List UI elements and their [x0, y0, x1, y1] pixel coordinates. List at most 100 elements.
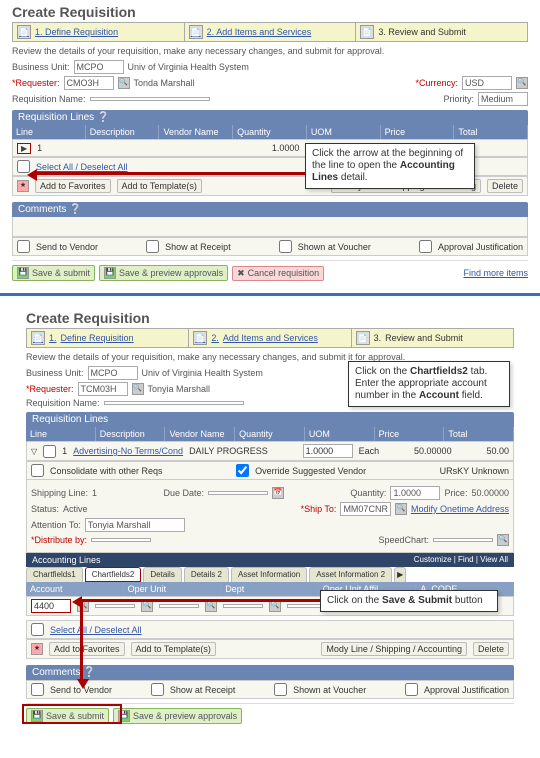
shipto-input[interactable]: MM07CNR [340, 502, 391, 516]
account-input[interactable]: 4400 [31, 599, 71, 613]
row-checkbox[interactable] [43, 445, 56, 458]
page-title: Create Requisition [20, 306, 520, 326]
col-operunit: Oper Unit [124, 582, 222, 596]
col-uom: UOM [305, 427, 375, 441]
select-all-checkbox[interactable] [31, 623, 44, 636]
requester-value[interactable]: TCM03H [78, 382, 128, 396]
save-submit-button[interactable]: 💾 Save & submit [12, 265, 95, 281]
modify-address-link[interactable]: Modify Onetime Address [411, 504, 509, 514]
tab-details[interactable]: Details [143, 567, 181, 582]
row-desc[interactable]: Advertising-No Terms/Cond [73, 446, 183, 456]
reqname-input[interactable] [90, 97, 210, 101]
wizard-step-2[interactable]: 📄2. Add Items and Services [185, 23, 357, 41]
tab-chartfields2[interactable]: Chartfields2 [85, 567, 142, 582]
due-input[interactable] [208, 491, 268, 495]
lookup-icon[interactable]: 🔍 [516, 77, 528, 89]
approval-just-checkbox[interactable] [419, 240, 432, 253]
lookup-icon[interactable]: 🔍 [395, 503, 407, 515]
requester-value[interactable]: CMO3H [64, 76, 114, 90]
help-icon[interactable]: ❔ [69, 204, 81, 215]
wizard-step-1[interactable]: 📄1. Define Requisition [13, 23, 185, 41]
requester-label: *Requester: [26, 384, 74, 394]
cancel-req-button[interactable]: ✖ Cancel requisition [232, 266, 324, 281]
expand-arrow[interactable]: ▶ [17, 143, 31, 154]
form-icon: 📄 [31, 331, 45, 345]
calendar-icon[interactable]: 📅 [272, 487, 284, 499]
currency-value[interactable]: USD [462, 76, 512, 90]
tab-asset-info2[interactable]: Asset Information 2 [309, 567, 392, 582]
attention-input[interactable]: Tonyia Marshall [85, 518, 185, 532]
show-receipt-checkbox[interactable] [151, 683, 164, 696]
wizard-step-1[interactable]: 📄1. Define Requisition [27, 329, 189, 347]
col-uom: UOM [307, 125, 381, 139]
show-receipt-checkbox[interactable] [146, 240, 159, 253]
wizard-step-3[interactable]: 📄3. Review and Submit [356, 23, 527, 41]
ship-line-label: Shipping Line: [31, 488, 88, 498]
row-price: 50.00000 [414, 446, 452, 456]
save-preview-button[interactable]: 💾 Save & preview approvals [99, 265, 228, 281]
wizard-step-2[interactable]: 📄2. Add Items and Services [189, 329, 351, 347]
save-preview-button[interactable]: 💾 Save & preview approvals [113, 708, 242, 724]
tab-chartfields1[interactable]: Chartfields1 [26, 567, 83, 582]
modify-line-button[interactable]: Mody Line / Shipping / Accounting [321, 642, 467, 656]
table-row: ▽ 1 Advertising-No Terms/Cond DAILY PROG… [26, 441, 514, 461]
approval-just-checkbox[interactable] [405, 683, 418, 696]
reqname-input[interactable] [104, 401, 244, 405]
bu-value[interactable]: MCPO [88, 366, 138, 380]
operunit-input[interactable] [95, 604, 135, 608]
distribute-label: *Distribute by: [31, 535, 87, 545]
comments-header: Comments ❔ [12, 202, 528, 217]
select-all-link[interactable]: Select All / Deselect All [36, 162, 128, 172]
send-vendor-checkbox[interactable] [17, 240, 30, 253]
row-total: 50.00 [486, 446, 509, 456]
add-favorites-button[interactable]: Add to Favorites [35, 179, 111, 193]
add-template-button[interactable]: Add to Template(s) [131, 642, 216, 656]
save-submit-button[interactable]: 💾 Save & submit [26, 708, 109, 724]
favorite-icon: ★ [31, 643, 43, 655]
row-qty[interactable]: 1.0000 [303, 444, 353, 458]
customize-find-link[interactable]: Customize | Find | View All [414, 555, 508, 565]
expand-arrow[interactable]: ▽ [31, 447, 37, 456]
lookup-icon[interactable]: 🔍 [132, 383, 144, 395]
qty-input[interactable]: 1.0000 [390, 486, 440, 500]
col-desc: Description [96, 427, 166, 441]
lookup-icon[interactable]: 🔍 [497, 534, 509, 546]
show-voucher-checkbox[interactable] [279, 240, 292, 253]
req-lines-header: Requisition Lines ❔ [12, 110, 528, 125]
requester-name: Tonyia Marshall [148, 384, 211, 394]
show-voucher-checkbox[interactable] [274, 683, 287, 696]
help-icon[interactable]: ❔ [97, 112, 109, 123]
consolidate-checkbox[interactable] [31, 464, 44, 477]
priority-value[interactable]: Medium [478, 92, 528, 106]
add-template-button[interactable]: Add to Template(s) [117, 179, 202, 193]
callout-2: Click on the Chartfields2 tab. Enter the… [348, 361, 510, 407]
find-more-link[interactable]: Find more items [463, 268, 528, 278]
lookup-icon[interactable]: 🔍 [118, 77, 130, 89]
delete-button[interactable]: Delete [487, 179, 523, 193]
col-line: Line [12, 125, 86, 139]
distribute-input[interactable] [91, 538, 151, 542]
reqname-label: Requisition Name: [12, 94, 86, 104]
send-vendor-label: Send to Vendor [36, 242, 98, 252]
help-icon[interactable]: ❔ [83, 667, 95, 678]
callout-1: Click the arrow at the beginning of the … [305, 143, 475, 189]
tab-asset-info[interactable]: Asset Information [231, 567, 307, 582]
affil-input[interactable] [223, 604, 263, 608]
override-checkbox[interactable] [236, 464, 249, 477]
col-total: Total [444, 427, 514, 441]
select-all-link[interactable]: Select All / Deselect All [50, 625, 142, 635]
tab-details2[interactable]: Details 2 [184, 567, 229, 582]
override-label: Override Suggested Vendor [255, 466, 366, 476]
dept-input[interactable] [159, 604, 199, 608]
price-value: 50.00000 [471, 488, 509, 498]
add-favorites-button[interactable]: Add to Favorites [49, 642, 125, 656]
tab-expand-icon[interactable]: ▶ [394, 567, 406, 582]
bu-value[interactable]: MCPO [74, 60, 124, 74]
send-vendor-checkbox[interactable] [31, 683, 44, 696]
priority-label: Priority: [443, 94, 474, 104]
disk-icon: 💾 [118, 710, 130, 722]
wizard-step-3[interactable]: 📄3. Review and Submit [352, 329, 513, 347]
delete-button[interactable]: Delete [473, 642, 509, 656]
col-price: Price [375, 427, 445, 441]
speedchart-input[interactable] [433, 538, 493, 542]
